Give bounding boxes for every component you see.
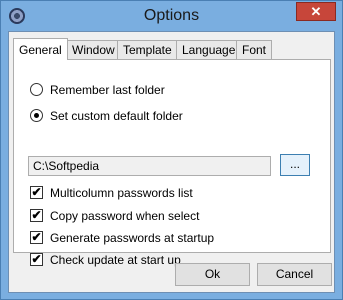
folder-path-field[interactable] bbox=[28, 156, 271, 176]
tab-window[interactable]: Window bbox=[66, 40, 121, 59]
browse-button[interactable]: ... bbox=[280, 154, 310, 176]
check-icon[interactable]: ✔ bbox=[30, 186, 43, 199]
window-title: Options bbox=[143, 7, 200, 24]
options-window: Options ✕ General Window Template Langua… bbox=[0, 0, 343, 300]
tab-template[interactable]: Template bbox=[117, 40, 178, 59]
copy-password-label: Copy password when select bbox=[50, 209, 200, 223]
check-icon[interactable]: ✔ bbox=[30, 209, 43, 222]
multicolumn-label: Multicolumn passwords list bbox=[50, 186, 193, 200]
ok-button[interactable]: Ok bbox=[175, 263, 250, 286]
check-icon[interactable]: ✔ bbox=[30, 231, 43, 244]
generate-startup-label: Generate passwords at startup bbox=[50, 231, 215, 245]
title-bar[interactable]: Options ✕ bbox=[1, 1, 342, 31]
general-tab-panel: Remember last folder Set custom default … bbox=[13, 59, 331, 267]
tab-general[interactable]: General bbox=[13, 38, 68, 60]
custom-folder-radio-circle[interactable] bbox=[30, 109, 43, 122]
tab-language[interactable]: Language bbox=[176, 40, 242, 59]
custom-folder-label: Set custom default folder bbox=[50, 109, 183, 123]
check-update-label: Check update at start up bbox=[50, 253, 181, 267]
cancel-button[interactable]: Cancel bbox=[257, 263, 332, 286]
remember-last-folder-radio-circle[interactable] bbox=[30, 83, 43, 96]
close-button[interactable]: ✕ bbox=[296, 2, 336, 21]
check-icon[interactable]: ✔ bbox=[30, 253, 43, 266]
tab-font[interactable]: Font bbox=[236, 40, 273, 59]
remember-last-folder-label: Remember last folder bbox=[50, 83, 165, 97]
dialog-client: General Window Template Language Font Re… bbox=[8, 31, 335, 293]
